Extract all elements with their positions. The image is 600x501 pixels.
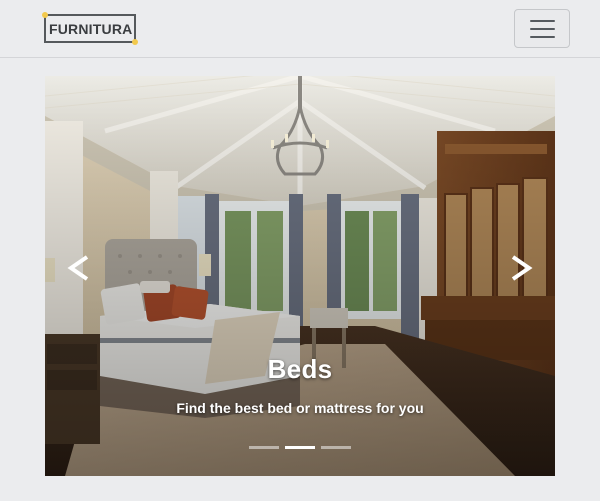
hamburger-menu-icon-line bbox=[530, 36, 555, 38]
brand-text: FURNITURA bbox=[49, 21, 133, 37]
carousel-indicator-3[interactable] bbox=[321, 446, 351, 449]
navbar: FURNITURA bbox=[0, 0, 600, 58]
slide-title: Beds bbox=[267, 354, 333, 384]
brand-logo[interactable]: FURNITURA bbox=[42, 12, 138, 45]
carousel-prev-button[interactable] bbox=[57, 246, 101, 290]
hamburger-menu-icon bbox=[530, 20, 555, 22]
carousel-next-button[interactable] bbox=[499, 246, 543, 290]
slide-caption: Find the best bed or mattress for you bbox=[176, 400, 424, 416]
hero-carousel: Beds Find the best bed or mattress for y… bbox=[45, 76, 555, 476]
carousel-indicators bbox=[45, 446, 555, 452]
chevron-left-icon bbox=[67, 255, 89, 281]
logo-dot-decoration bbox=[42, 12, 48, 18]
carousel-indicator-2[interactable] bbox=[285, 446, 315, 449]
bedroom-slide-image bbox=[45, 76, 555, 476]
logo-dot-decoration bbox=[132, 39, 138, 45]
navbar-toggler-button[interactable] bbox=[514, 9, 570, 48]
hamburger-menu-icon-line bbox=[530, 28, 555, 30]
carousel-indicator-1[interactable] bbox=[249, 446, 279, 449]
chevron-right-icon bbox=[511, 255, 533, 281]
